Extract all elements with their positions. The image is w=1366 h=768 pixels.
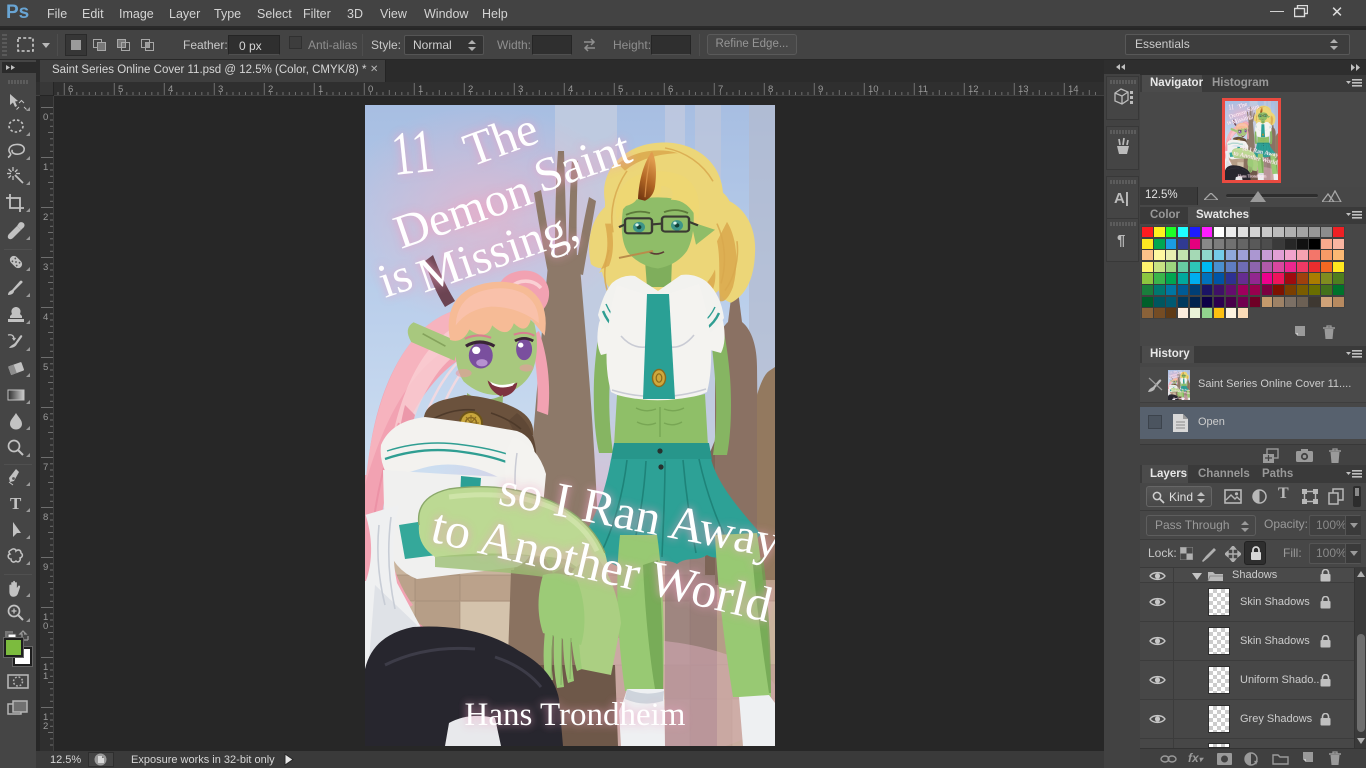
svg-text:12: 12 <box>968 84 979 95</box>
svg-text:0: 0 <box>43 621 48 632</box>
svg-text:14: 14 <box>1068 84 1079 95</box>
svg-text:2: 2 <box>43 212 48 223</box>
svg-text:4: 4 <box>43 312 48 323</box>
svg-text:11: 11 <box>918 84 928 95</box>
svg-text:7: 7 <box>43 462 48 473</box>
svg-text:6: 6 <box>68 84 73 95</box>
svg-text:2: 2 <box>268 84 273 95</box>
svg-text:8: 8 <box>43 512 48 523</box>
svg-text:13: 13 <box>1018 84 1029 95</box>
svg-text:8: 8 <box>768 84 773 95</box>
svg-text:5: 5 <box>43 362 48 373</box>
svg-text:2: 2 <box>43 721 48 732</box>
svg-text:▾: ▾ <box>1254 758 1258 766</box>
svg-text:6: 6 <box>43 412 48 423</box>
svg-text:6: 6 <box>668 84 673 95</box>
svg-text:4: 4 <box>568 84 573 95</box>
svg-text:9: 9 <box>818 84 823 95</box>
svg-text:4: 4 <box>168 84 173 95</box>
svg-text:3: 3 <box>518 84 523 95</box>
svg-text:1: 1 <box>43 162 48 173</box>
svg-text:1: 1 <box>43 671 48 682</box>
svg-text:1: 1 <box>418 84 423 95</box>
svg-text:1: 1 <box>318 84 323 95</box>
svg-text:2: 2 <box>468 84 473 95</box>
svg-text:7: 7 <box>718 84 723 95</box>
svg-text:0: 0 <box>368 84 373 95</box>
svg-text:10: 10 <box>868 84 879 95</box>
svg-text:5: 5 <box>118 84 123 95</box>
svg-text:0: 0 <box>43 112 48 123</box>
svg-text:A|: A| <box>1114 190 1129 207</box>
svg-text:3: 3 <box>218 84 223 95</box>
svg-text:5: 5 <box>618 84 623 95</box>
svg-text:¶: ¶ <box>1117 232 1125 249</box>
svg-text:9: 9 <box>43 562 48 573</box>
svg-text:T: T <box>10 494 22 513</box>
svg-text:3: 3 <box>43 262 48 273</box>
